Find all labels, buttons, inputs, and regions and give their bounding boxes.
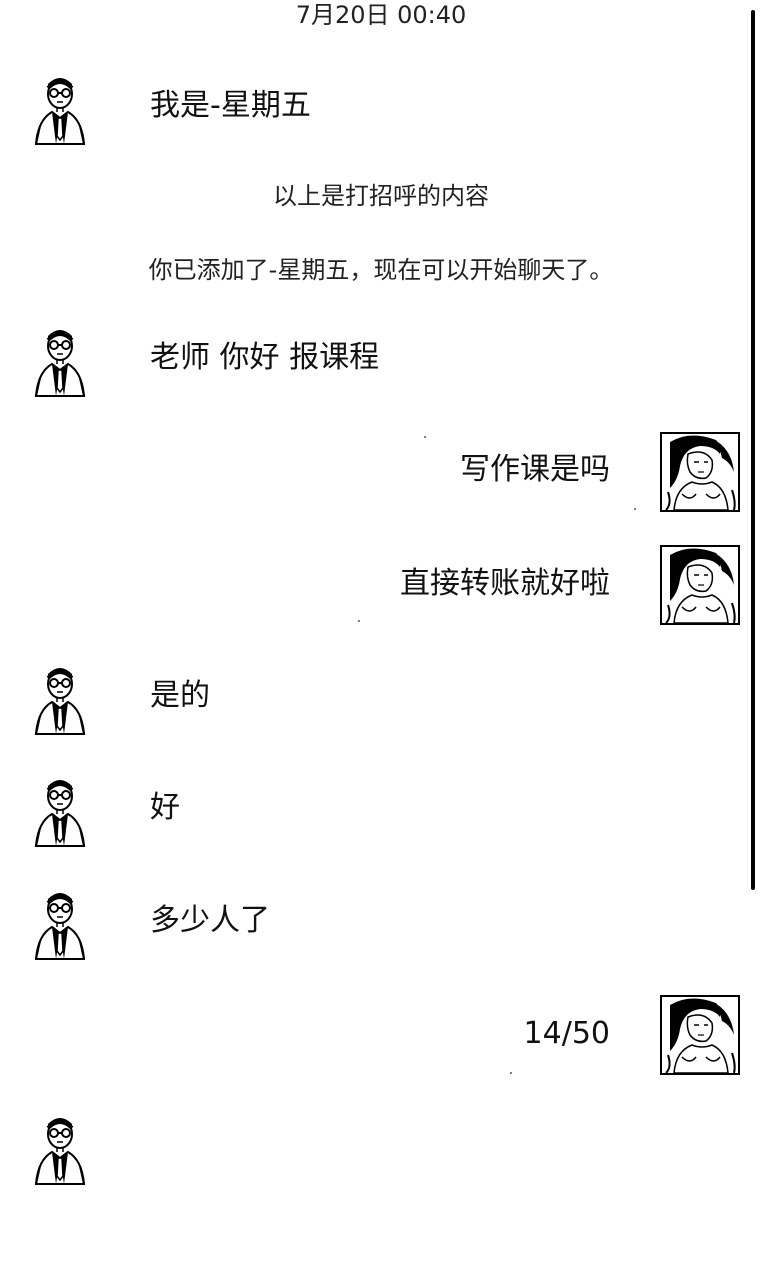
man-with-glasses-avatar-icon: [22, 885, 98, 961]
scrollbar[interactable]: [751, 10, 755, 890]
woman-sketch-avatar-icon: [660, 432, 740, 512]
man-with-glasses-avatar-icon: [22, 1110, 98, 1186]
scan-speck: [634, 508, 636, 510]
contact-avatar[interactable]: [22, 70, 98, 146]
message-bubble-right[interactable]: 写作课是吗: [460, 450, 610, 490]
scan-speck: [358, 620, 360, 622]
contact-avatar[interactable]: [22, 772, 98, 848]
woman-sketch-avatar-icon: [660, 545, 740, 625]
man-with-glasses-avatar-icon: [22, 322, 98, 398]
message-bubble-left[interactable]: 是的: [150, 676, 210, 716]
message-bubble-left[interactable]: 老师 你好 报课程: [150, 338, 379, 378]
self-avatar[interactable]: [660, 432, 740, 512]
chat-timestamp: 7月20日 00:40: [295, 1, 467, 29]
man-with-glasses-avatar-icon: [22, 772, 98, 848]
message-bubble-left[interactable]: 好: [150, 788, 180, 828]
system-notice-greeting: 以上是打招呼的内容: [273, 182, 489, 210]
contact-avatar[interactable]: [22, 322, 98, 398]
contact-avatar[interactable]: [22, 885, 98, 961]
self-avatar[interactable]: [660, 545, 740, 625]
contact-avatar[interactable]: [22, 660, 98, 736]
scan-speck: [510, 1072, 512, 1074]
scan-speck: [424, 436, 426, 438]
message-bubble-right[interactable]: 14/50: [524, 1014, 610, 1054]
man-with-glasses-avatar-icon: [22, 70, 98, 146]
system-notice-added: 你已添加了-星期五，现在可以开始聊天了。: [148, 256, 614, 284]
message-bubble-left[interactable]: 我是-星期五: [150, 86, 311, 126]
contact-avatar[interactable]: [22, 1110, 98, 1186]
woman-sketch-avatar-icon: [660, 995, 740, 1075]
message-bubble-left[interactable]: 多少人了: [150, 901, 270, 941]
message-bubble-right[interactable]: 直接转账就好啦: [400, 564, 610, 604]
man-with-glasses-avatar-icon: [22, 660, 98, 736]
self-avatar[interactable]: [660, 995, 740, 1075]
